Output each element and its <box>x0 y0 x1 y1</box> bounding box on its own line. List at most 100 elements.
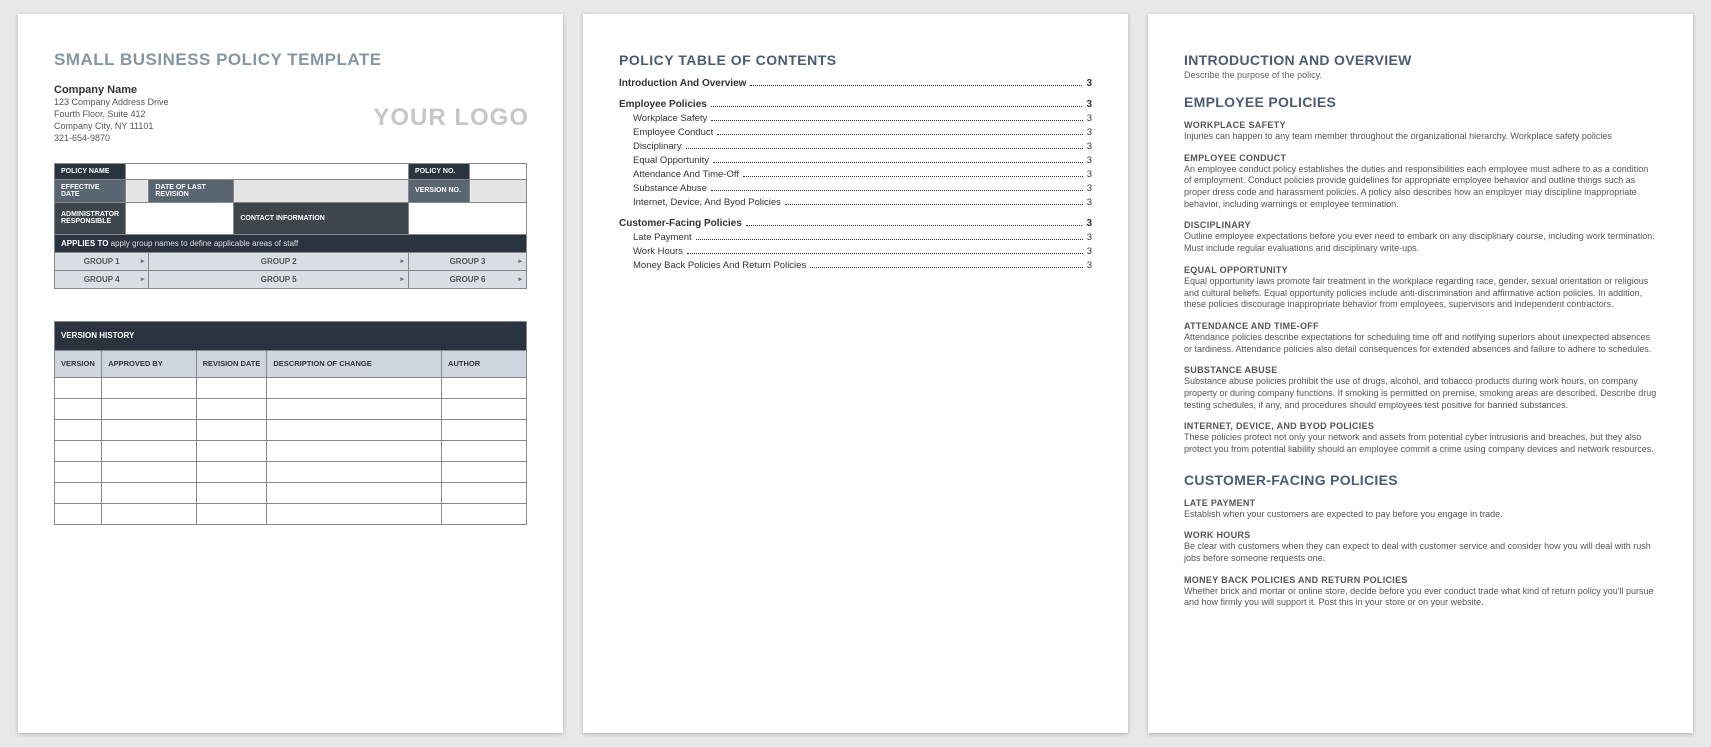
toc-entry[interactable]: Employee Conduct 3 <box>619 127 1092 138</box>
vh-col-version: VERSION <box>55 350 102 377</box>
doc-title: SMALL BUSINESS POLICY TEMPLATE <box>54 50 527 70</box>
toc-text: Internet, Device, And Byod Policies <box>633 197 781 208</box>
toc-page: 3 <box>1087 169 1092 180</box>
group-cell-6[interactable]: GROUP 6▸ <box>409 270 527 288</box>
toc-text: Customer-Facing Policies <box>619 218 742 229</box>
field-effective-date[interactable] <box>126 179 149 202</box>
label-version-no: VERSION NO. <box>409 179 470 202</box>
toc-text: Disciplinary <box>633 141 682 152</box>
toc-entry[interactable]: Attendance And Time-Off3 <box>619 169 1092 180</box>
field-contact-info[interactable] <box>409 202 527 234</box>
vh-row[interactable] <box>55 503 527 524</box>
toc-leader <box>696 239 1083 240</box>
label-policy-no: POLICY NO. <box>409 163 470 179</box>
policy-body: Substance abuse policies prohibit the us… <box>1184 376 1657 411</box>
toc-entry[interactable]: Disciplinary3 <box>619 141 1092 152</box>
label-effective-date: EFFECTIVE DATE <box>55 179 126 202</box>
version-history-title: VERSION HISTORY <box>55 321 527 350</box>
group-label: GROUP 5 <box>261 275 297 284</box>
vh-row[interactable] <box>55 377 527 398</box>
toc-page: 3 <box>1087 246 1092 257</box>
page-3: INTRODUCTION AND OVERVIEW Describe the p… <box>1148 14 1693 733</box>
toc-entry[interactable]: Money Back Policies And Return Policies3 <box>619 260 1092 271</box>
toc-page: 3 <box>1086 78 1092 89</box>
vh-col-revdate: REVISION DATE <box>196 350 267 377</box>
policy-body: Equal opportunity laws promote fair trea… <box>1184 276 1657 311</box>
toc-title: POLICY TABLE OF CONTENTS <box>619 52 1092 68</box>
policy-heading: WORKPLACE SAFETY <box>1184 120 1657 130</box>
toc-leader <box>810 267 1083 268</box>
toc-text: Employee Conduct <box>633 127 713 138</box>
toc-text: Workplace Safety <box>633 113 707 124</box>
policy-body: These policies protect not only your net… <box>1184 432 1657 455</box>
toc-leader <box>686 148 1083 149</box>
toc-entry[interactable]: Internet, Device, And Byod Policies3 <box>619 197 1092 208</box>
group-cell-5[interactable]: GROUP 5▸ <box>149 270 409 288</box>
toc-text: Introduction And Overview <box>619 78 746 89</box>
toc-text: Employee Policies <box>619 99 707 110</box>
toc-leader <box>717 134 1082 135</box>
toc-leader <box>711 190 1083 191</box>
dropdown-icon: ▸ <box>141 275 145 283</box>
toc-entry[interactable]: Employee Policies3 <box>619 99 1092 110</box>
toc-entry[interactable]: Workplace Safety3 <box>619 113 1092 124</box>
field-policy-no[interactable] <box>470 163 527 179</box>
label-admin-responsible: ADMINISTRATOR RESPONSIBLE <box>55 202 126 234</box>
policy-body: Attendance policies describe expectation… <box>1184 332 1657 355</box>
toc-page: 3 <box>1087 155 1092 166</box>
vh-row[interactable] <box>55 482 527 503</box>
policy-heading: LATE PAYMENT <box>1184 498 1657 508</box>
vh-col-author: AUTHOR <box>442 350 527 377</box>
policy-body: Outline employee expectations before you… <box>1184 231 1657 254</box>
toc-entry[interactable]: Introduction And Overview 3 <box>619 78 1092 89</box>
toc-leader <box>713 162 1083 163</box>
company-name: Company Name <box>54 84 527 96</box>
group-label: GROUP 2 <box>261 257 297 266</box>
label-applies-to: APPLIES TO <box>61 239 108 248</box>
group-cell-4[interactable]: GROUP 4▸ <box>55 270 149 288</box>
toc-entry[interactable]: Work Hours 3 <box>619 246 1092 257</box>
group-cell-1[interactable]: GROUP 1▸ <box>55 252 149 270</box>
page-1: SMALL BUSINESS POLICY TEMPLATE Company N… <box>18 14 563 733</box>
label-date-last-revision: DATE OF LAST REVISION <box>149 179 234 202</box>
toc-list: Introduction And Overview 3 Employee Polic… <box>619 78 1092 271</box>
vh-row[interactable] <box>55 440 527 461</box>
policy-body: An employee conduct policy establishes t… <box>1184 164 1657 211</box>
toc-leader <box>711 120 1082 121</box>
toc-page: 3 <box>1087 127 1092 138</box>
customer-policies-list: LATE PAYMENTEstablish when your customer… <box>1184 498 1657 609</box>
field-date-last-revision[interactable] <box>234 179 409 202</box>
group-cell-3[interactable]: GROUP 3 ▸ <box>409 252 527 270</box>
toc-leader <box>750 85 1082 86</box>
intro-subtitle: Describe the purpose of the policy. <box>1184 70 1657 80</box>
employee-policies-list: WORKPLACE SAFETYInjuries can happen to a… <box>1184 120 1657 456</box>
toc-leader <box>743 176 1083 177</box>
label-applies-to-hint: apply group names to define applicable a… <box>111 239 299 248</box>
vh-row[interactable] <box>55 461 527 482</box>
dropdown-icon: ▸ <box>401 257 405 265</box>
toc-entry[interactable]: Late Payment3 <box>619 232 1092 243</box>
field-policy-name[interactable] <box>126 163 409 179</box>
policy-heading: DISCIPLINARY <box>1184 220 1657 230</box>
policy-body: Be clear with customers when they can ex… <box>1184 541 1657 564</box>
toc-entry[interactable]: Substance Abuse3 <box>619 183 1092 194</box>
group-label: GROUP 3 <box>450 257 486 266</box>
policy-heading: WORK HOURS <box>1184 530 1657 540</box>
vh-col-approved: APPROVED BY <box>102 350 196 377</box>
vh-row[interactable] <box>55 398 527 419</box>
toc-page: 3 <box>1087 183 1092 194</box>
field-version-no[interactable] <box>470 179 527 202</box>
toc-text: Work Hours <box>633 246 683 257</box>
policy-heading: ATTENDANCE AND TIME-OFF <box>1184 321 1657 331</box>
toc-entry[interactable]: Customer-Facing Policies3 <box>619 218 1092 229</box>
policy-heading: INTERNET, DEVICE, AND BYOD POLICIES <box>1184 421 1657 431</box>
group-cell-2[interactable]: GROUP 2 ▸ <box>149 252 409 270</box>
dropdown-icon: ▸ <box>518 257 522 265</box>
policy-body: Whether brick and mortar or online store… <box>1184 586 1657 609</box>
vh-row[interactable] <box>55 419 527 440</box>
vh-col-desc: DESCRIPTION OF CHANGE <box>267 350 442 377</box>
field-admin-responsible[interactable] <box>126 202 234 234</box>
toc-entry[interactable]: Equal Opportunity3 <box>619 155 1092 166</box>
customer-policies-title: CUSTOMER-FACING POLICIES <box>1184 472 1657 488</box>
label-applies-to-row: APPLIES TO apply group names to define a… <box>55 234 527 252</box>
